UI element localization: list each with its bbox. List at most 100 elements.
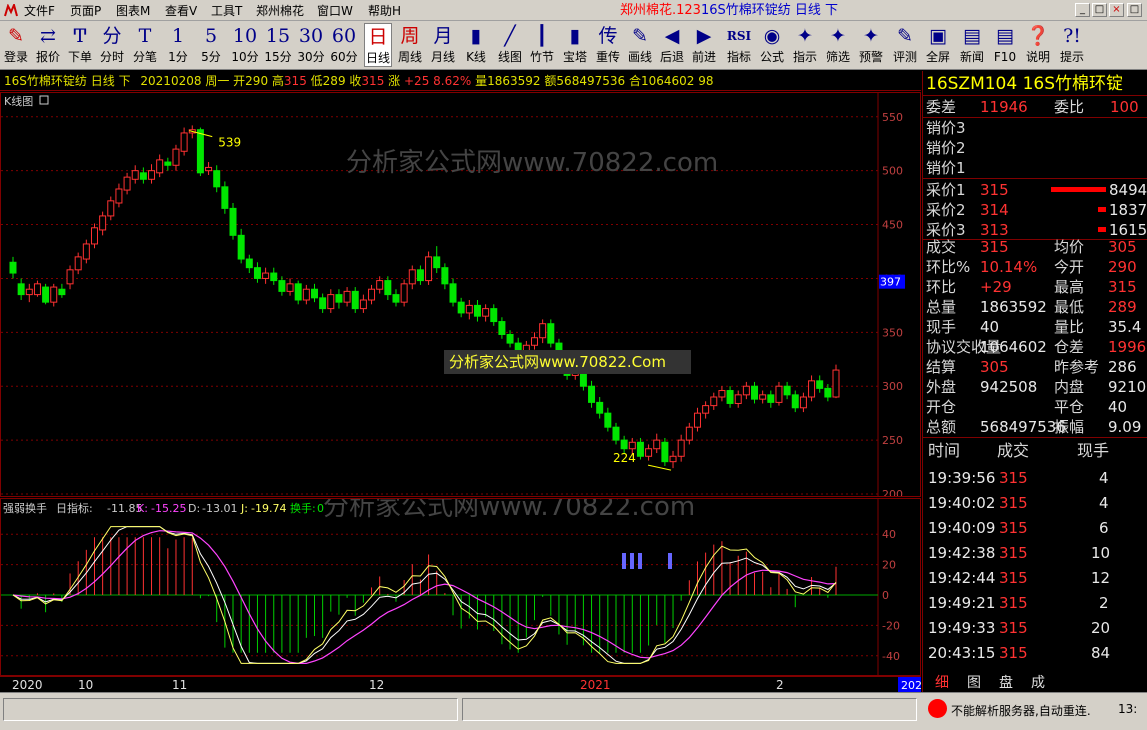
alert-button[interactable]: ✦ 预警 xyxy=(856,23,886,67)
login-button[interactable]: ✎ 登录 xyxy=(2,23,30,67)
info-change: +25 xyxy=(404,74,430,88)
info-symbol-name: 16S竹棉环锭纺 xyxy=(4,74,87,88)
quote-button[interactable]: ⇄ 报价 xyxy=(34,23,62,67)
candle-body xyxy=(335,294,343,303)
candle-body xyxy=(392,294,400,303)
evaluate-button[interactable]: ✎ 评测 xyxy=(890,23,920,67)
line-button[interactable]: ╱ 线图 xyxy=(496,23,524,67)
candle-body xyxy=(99,215,107,231)
candle-body xyxy=(759,394,767,400)
tick-volume: 2 xyxy=(1099,594,1109,612)
login-icon: ✎ xyxy=(8,25,24,47)
tick-time: 19:42:38 xyxy=(928,544,996,562)
candle-body xyxy=(384,280,392,296)
restore-button[interactable]: □ xyxy=(1127,3,1142,17)
f10-button[interactable]: ▤ F10 xyxy=(990,23,1020,67)
close-button[interactable]: × xyxy=(1109,3,1124,17)
menu-chart[interactable]: 图表M xyxy=(116,3,150,19)
app-window: 文件F 页面P 图表M 查看V 工具T 郑州棉花 窗口W 帮助H 郑州棉花.12… xyxy=(0,0,1147,730)
candle-body xyxy=(799,396,807,409)
candle-body xyxy=(213,170,221,188)
month-button[interactable]: 月月线 xyxy=(428,23,458,67)
news-button[interactable]: ▤ 新闻 xyxy=(957,23,987,67)
candle-body xyxy=(702,405,710,414)
indicator-button[interactable]: RSI 指标 xyxy=(724,23,754,67)
fullscreen-button[interactable]: ▣ 全屏 xyxy=(924,23,952,67)
m30-button[interactable]: 30 30分 xyxy=(296,23,326,67)
toolbar-label: 预警 xyxy=(858,50,883,64)
candle-body xyxy=(221,186,229,209)
m5-button[interactable]: 5 5分 xyxy=(197,23,225,67)
candle-body xyxy=(645,448,653,457)
draw-button[interactable]: ✎ 画线 xyxy=(626,23,654,67)
candle-body xyxy=(359,299,367,310)
panel-tab-3[interactable]: 成 xyxy=(1031,672,1045,692)
watermark-banner-text: 分析家公式网www.70822.Com xyxy=(449,353,666,371)
turnover-marker xyxy=(622,553,626,569)
candle-body xyxy=(131,170,139,180)
candle-body xyxy=(816,380,824,389)
toolbar-label: 说明 xyxy=(1025,50,1050,64)
candle-body xyxy=(710,396,718,407)
m10-button[interactable]: 10 10分 xyxy=(230,23,260,67)
formula-button[interactable]: ◉ 公式 xyxy=(757,23,787,67)
bamboo-button[interactable]: ┃ 竹节 xyxy=(528,23,556,67)
toolbar-label: 周线 xyxy=(397,50,422,64)
maximize-button[interactable]: □ xyxy=(1092,3,1107,17)
price-tick-label: 350 xyxy=(882,326,903,339)
kline-button[interactable]: ▮ K线 xyxy=(462,23,490,67)
tower-button[interactable]: ▮ 宝塔 xyxy=(560,23,590,67)
quote-panel: 16SZM104 16S竹棉环锭 委差 11946 委比 100 销价3 销价2… xyxy=(922,71,1147,692)
menu-view[interactable]: 查看V xyxy=(165,3,197,19)
status-cell-2 xyxy=(462,698,917,721)
m15-icon: 15 xyxy=(265,25,291,47)
tick-button[interactable]: T 分笔 xyxy=(130,23,160,67)
tip-icon: ?! xyxy=(1063,25,1081,47)
toolbar-label: 5分 xyxy=(201,50,221,64)
minimize-button[interactable]: _ xyxy=(1075,3,1090,17)
panel-tab-2[interactable]: 盘 xyxy=(999,672,1013,692)
menu-help[interactable]: 帮助H xyxy=(368,3,401,19)
price-tick-label: 550 xyxy=(882,111,903,124)
stat-value-6: 305 xyxy=(980,358,1009,376)
help-button[interactable]: ❓ 说明 xyxy=(1024,23,1052,67)
menu-tools[interactable]: 工具T xyxy=(211,3,242,19)
panel-tab-0[interactable]: 细 xyxy=(935,672,949,692)
filter-button[interactable]: ✦ 筛选 xyxy=(824,23,852,67)
intraday-button[interactable]: 分分时 xyxy=(98,23,126,67)
kline-pane[interactable]: 550500450400350300250200分析家公式网www.70822.… xyxy=(0,92,921,501)
date-axis-label: 11 xyxy=(172,678,187,692)
forward-icon: ▶ xyxy=(696,25,712,47)
tick-price: 315 xyxy=(999,519,1028,537)
menu-zz-cotton[interactable]: 郑州棉花 xyxy=(256,3,304,19)
day-button[interactable]: 日日线 xyxy=(364,23,392,67)
price-tick-label: 200 xyxy=(882,488,903,496)
panel-tab-1[interactable]: 图 xyxy=(967,672,981,692)
evaluate-icon: ✎ xyxy=(897,25,913,47)
m1-button[interactable]: 1 1分 xyxy=(164,23,192,67)
status-clock: 13: xyxy=(1118,702,1138,716)
k-value: -15.25 xyxy=(151,502,186,515)
indicator-chart: 40 20 0 -20 -40 分析家公式网www.70822.com 强弱换手日指标: -1… xyxy=(1,492,900,675)
indicator-tick-label: -40 xyxy=(882,650,900,663)
week-button[interactable]: 周周线 xyxy=(395,23,425,67)
tip-button[interactable]: ?! 提示 xyxy=(1057,23,1087,67)
m15-button[interactable]: 15 15分 xyxy=(263,23,293,67)
date-axis-label: 2 xyxy=(776,678,784,692)
menu-page[interactable]: 页面P xyxy=(70,3,101,19)
candle-body xyxy=(767,394,775,403)
forward-button[interactable]: ▶ 前进 xyxy=(690,23,718,67)
toolbar-label: 评测 xyxy=(892,50,917,64)
indicator-pane[interactable]: 40 20 0 -20 -40 分析家公式网www.70822.com 强弱换手日指标: -1… xyxy=(0,492,921,676)
candle-body xyxy=(319,297,327,310)
menu-file[interactable]: 文件F xyxy=(24,3,55,19)
guide-button[interactable]: ✦ 指示 xyxy=(790,23,820,67)
kline-collapse-icon[interactable] xyxy=(39,95,49,105)
m60-button[interactable]: 60 60分 xyxy=(329,23,359,67)
menu-window[interactable]: 窗口W xyxy=(317,3,353,19)
k-label: K: xyxy=(137,502,148,515)
back-button[interactable]: ◀ 后退 xyxy=(658,23,686,67)
tick-icon: T xyxy=(138,25,152,47)
order-button[interactable]: Ͳ 下单 xyxy=(66,23,94,67)
heavy-button[interactable]: 传重传 xyxy=(594,23,622,67)
